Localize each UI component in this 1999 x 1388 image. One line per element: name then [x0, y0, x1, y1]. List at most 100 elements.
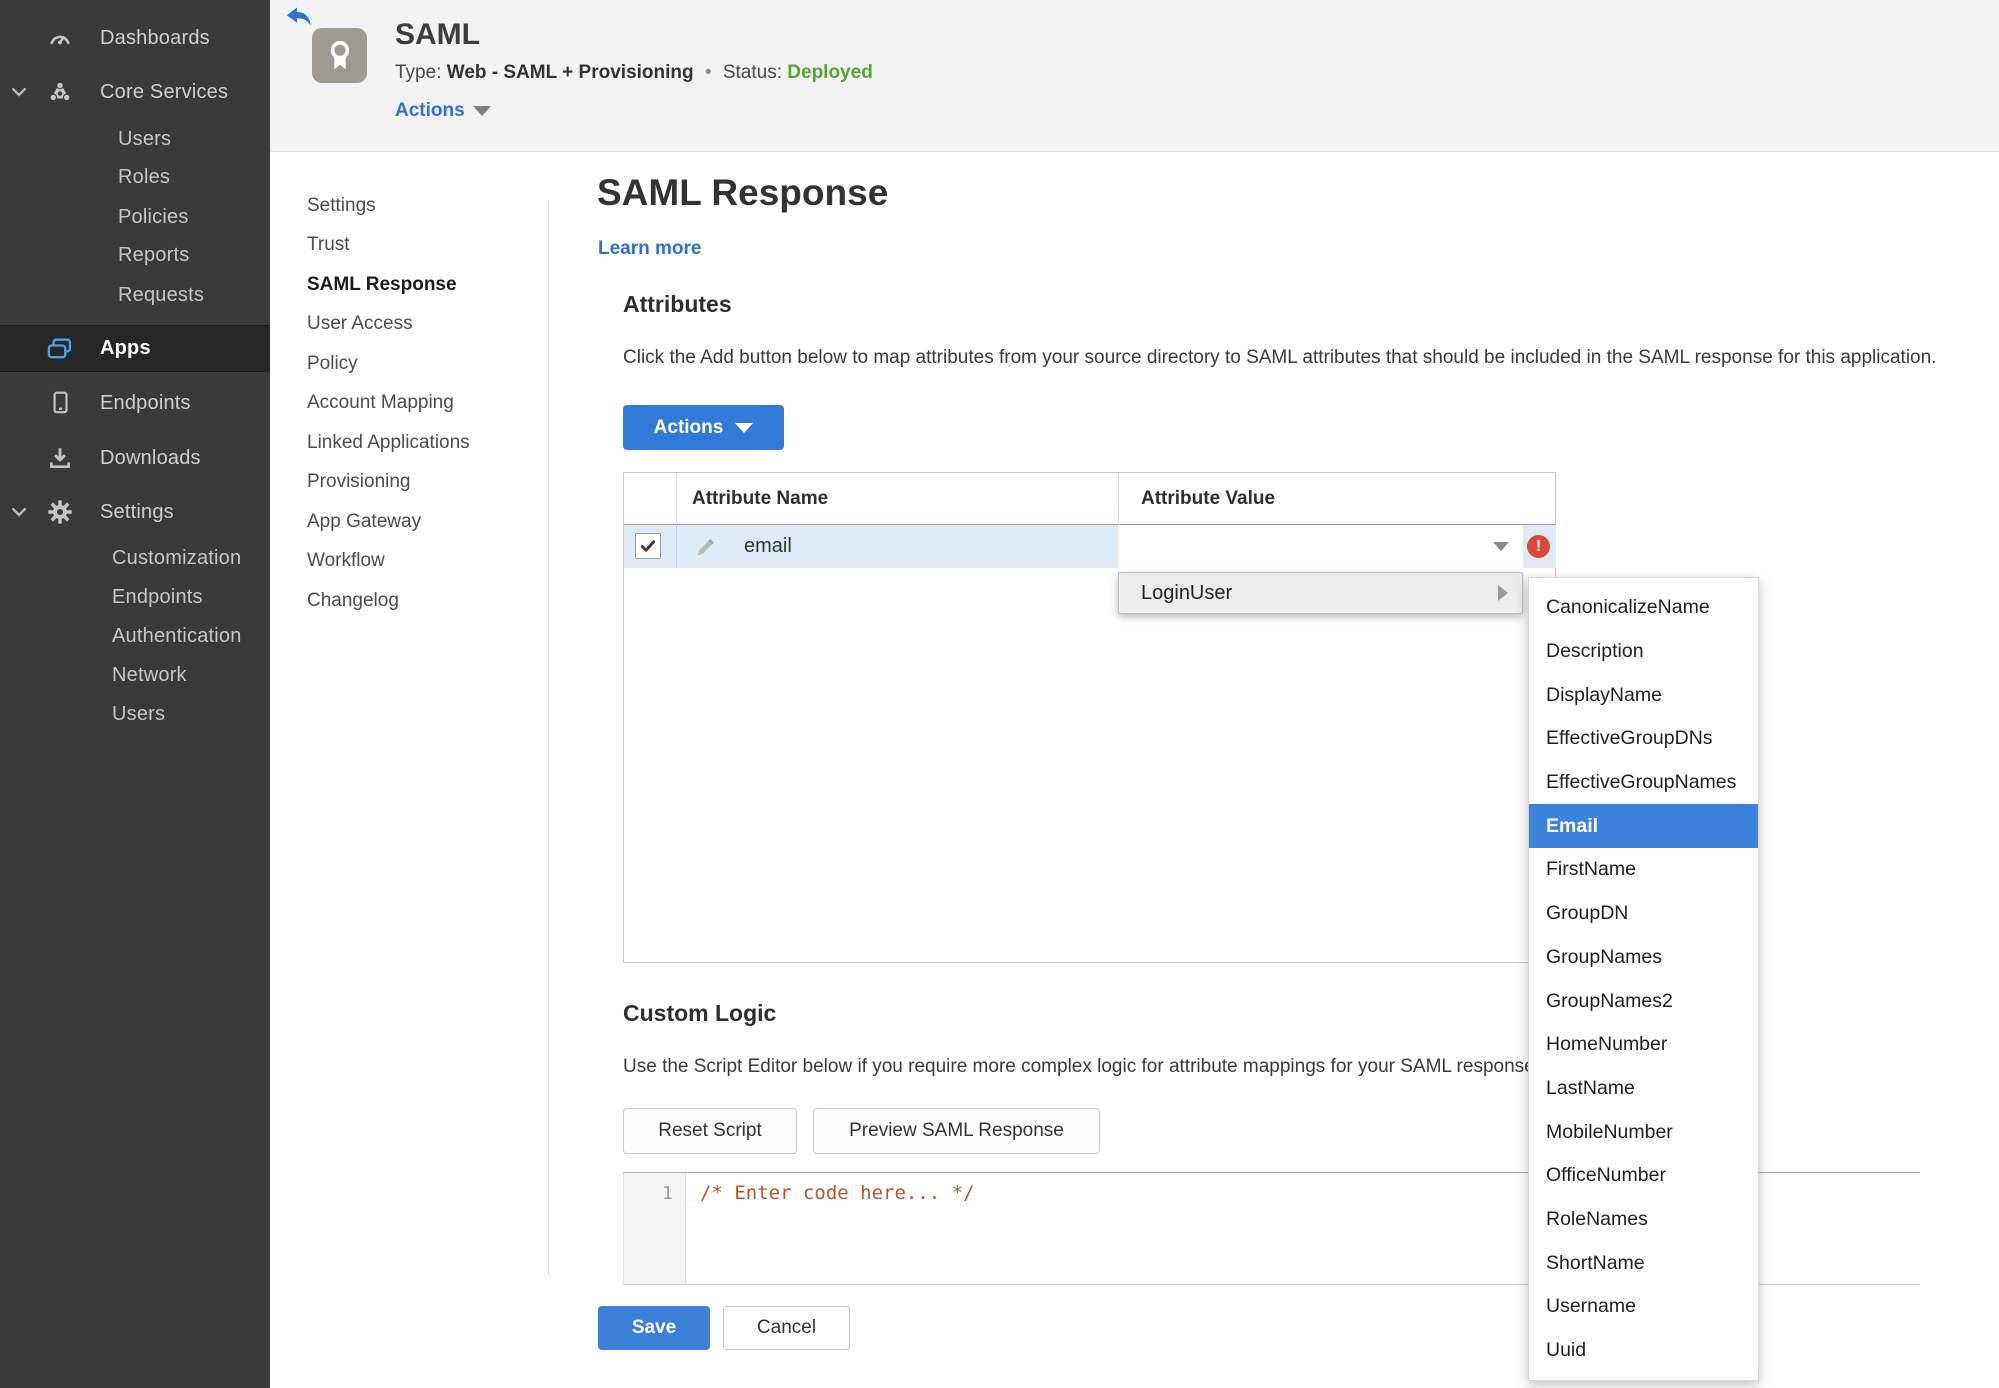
sidebar-item-core-services[interactable]: Core Services	[0, 70, 270, 114]
menu-option-email[interactable]: Email	[1529, 804, 1758, 849]
menu-option-groupnames2[interactable]: GroupNames2	[1529, 979, 1758, 1023]
learn-more-link[interactable]: Learn more	[598, 238, 701, 260]
menu-option-groupnames[interactable]: GroupNames	[1529, 936, 1758, 980]
sidebar-item-authentication[interactable]: Authentication	[0, 614, 270, 658]
menu-option-canonicalizename[interactable]: CanonicalizeName	[1529, 586, 1758, 630]
tab-changelog[interactable]: Changelog	[307, 581, 542, 621]
table-row[interactable]: email !	[624, 525, 1556, 568]
option-label: Description	[1546, 640, 1644, 663]
menu-option-groupdn[interactable]: GroupDN	[1529, 892, 1758, 936]
sidebar-item-settings-users[interactable]: Users	[0, 692, 270, 736]
sidebar-item-label: Users	[118, 127, 172, 150]
attribute-value-dropdown[interactable]	[1118, 525, 1523, 568]
chevron-down-icon	[472, 106, 491, 116]
sidebar: Dashboards Core Services Users Roles Pol…	[0, 0, 270, 1388]
column-header-attribute-value: Attribute Value	[1141, 488, 1276, 509]
attributes-actions-button[interactable]: Actions	[623, 405, 784, 450]
option-label: Uuid	[1546, 1339, 1587, 1362]
back-arrow-icon[interactable]	[286, 6, 312, 28]
sidebar-item-customization[interactable]: Customization	[0, 536, 270, 580]
reset-script-button[interactable]: Reset Script	[623, 1108, 797, 1154]
sidebar-item-label: Settings	[100, 500, 174, 523]
edit-pencil-icon[interactable]	[694, 535, 718, 559]
tab-policy[interactable]: Policy	[307, 344, 542, 384]
separator-dot: •	[704, 62, 712, 83]
sidebar-item-label: Network	[112, 663, 187, 686]
tab-saml-response[interactable]: SAML Response	[307, 265, 542, 305]
menu-option-effectivegroupnames[interactable]: EffectiveGroupNames	[1529, 761, 1758, 805]
chevron-down-icon[interactable]	[12, 506, 30, 518]
menu-option-mobilenumber[interactable]: MobileNumber	[1529, 1110, 1758, 1154]
sidebar-item-apps[interactable]: Apps	[0, 325, 270, 372]
tab-workflow[interactable]: Workflow	[307, 542, 542, 582]
custom-logic-heading: Custom Logic	[623, 1000, 777, 1026]
sidebar-item-roles[interactable]: Roles	[0, 155, 270, 199]
admin-portal-screen: Dashboards Core Services Users Roles Pol…	[0, 0, 1999, 1388]
option-label: ShortName	[1546, 1251, 1645, 1274]
menu-option-uuid[interactable]: Uuid	[1529, 1329, 1758, 1373]
option-label: Email	[1546, 814, 1599, 837]
actions-button-label: Actions	[653, 416, 724, 438]
option-label: DisplayName	[1546, 683, 1662, 706]
tab-settings[interactable]: Settings	[307, 186, 542, 226]
sidebar-item-label: Policies	[118, 205, 189, 228]
row-checkbox[interactable]	[635, 533, 661, 559]
sidebar-item-label: Apps	[100, 337, 151, 359]
tab-user-access[interactable]: User Access	[307, 305, 542, 345]
award-ribbon-icon	[312, 28, 367, 83]
tab-label: SAML Response	[307, 273, 457, 295]
app-meta-line: Type: Web - SAML + Provisioning • Status…	[395, 62, 873, 84]
type-label: Type:	[395, 62, 442, 83]
sidebar-item-downloads[interactable]: Downloads	[0, 436, 270, 480]
menu-option-rolenames[interactable]: RoleNames	[1529, 1198, 1758, 1242]
option-label: GroupDN	[1546, 902, 1629, 925]
menu-option-officenumber[interactable]: OfficeNumber	[1529, 1154, 1758, 1198]
script-buttons-row: Reset Script Preview SAML Response	[623, 1108, 1100, 1154]
value-menu-loginuser[interactable]: LoginUser	[1118, 572, 1523, 614]
apps-icon	[46, 335, 74, 363]
table-header: Attribute Name Attribute Value	[624, 473, 1555, 525]
attributes-heading: Attributes	[623, 291, 732, 317]
sidebar-item-requests[interactable]: Requests	[0, 273, 270, 317]
sidebar-item-network[interactable]: Network	[0, 653, 270, 697]
editor-line-number: 1	[624, 1173, 686, 1284]
save-button[interactable]: Save	[598, 1306, 710, 1350]
tab-app-gateway[interactable]: App Gateway	[307, 502, 542, 542]
tab-account-mapping[interactable]: Account Mapping	[307, 384, 542, 424]
app-section-nav: Settings Trust SAML Response User Access…	[307, 186, 542, 621]
tab-provisioning[interactable]: Provisioning	[307, 463, 542, 503]
option-label: FirstName	[1546, 858, 1636, 881]
tab-label: Settings	[307, 194, 376, 216]
menu-option-displayname[interactable]: DisplayName	[1529, 673, 1758, 717]
menu-option-lastname[interactable]: LastName	[1529, 1067, 1758, 1111]
preview-saml-response-button[interactable]: Preview SAML Response	[813, 1108, 1100, 1154]
sidebar-item-settings-endpoints[interactable]: Endpoints	[0, 575, 270, 619]
chevron-down-icon	[735, 422, 754, 433]
attribute-name-cell: email	[624, 525, 1118, 568]
tab-label: Workflow	[307, 550, 385, 572]
header-actions-menu[interactable]: Actions	[395, 100, 491, 122]
menu-option-shortname[interactable]: ShortName	[1529, 1241, 1758, 1285]
cancel-button[interactable]: Cancel	[723, 1306, 850, 1350]
sidebar-item-reports[interactable]: Reports	[0, 233, 270, 277]
menu-option-description[interactable]: Description	[1529, 630, 1758, 674]
sidebar-item-settings[interactable]: Settings	[0, 490, 270, 534]
chevron-down-icon[interactable]	[12, 86, 30, 98]
submenu-arrow-icon	[1498, 585, 1508, 601]
tab-label: Policy	[307, 352, 358, 374]
menu-option-username[interactable]: Username	[1529, 1285, 1758, 1329]
option-label: RoleNames	[1546, 1207, 1648, 1230]
menu-option-homenumber[interactable]: HomeNumber	[1529, 1023, 1758, 1067]
sidebar-item-endpoints[interactable]: Endpoints	[0, 381, 270, 425]
sidebar-item-label: Customization	[112, 546, 242, 569]
sidebar-item-label: Dashboards	[100, 26, 210, 49]
sidebar-item-dashboards[interactable]: Dashboards	[0, 16, 270, 60]
sidebar-item-label: Core Services	[100, 80, 229, 103]
tab-trust[interactable]: Trust	[307, 226, 542, 266]
sidebar-item-label: Users	[112, 702, 166, 725]
menu-option-firstname[interactable]: FirstName	[1529, 848, 1758, 892]
menu-option-effectivegroupdns[interactable]: EffectiveGroupDNs	[1529, 717, 1758, 761]
option-label: EffectiveGroupNames	[1546, 771, 1737, 794]
tab-linked-applications[interactable]: Linked Applications	[307, 423, 542, 463]
sidebar-item-label: Endpoints	[100, 391, 191, 414]
